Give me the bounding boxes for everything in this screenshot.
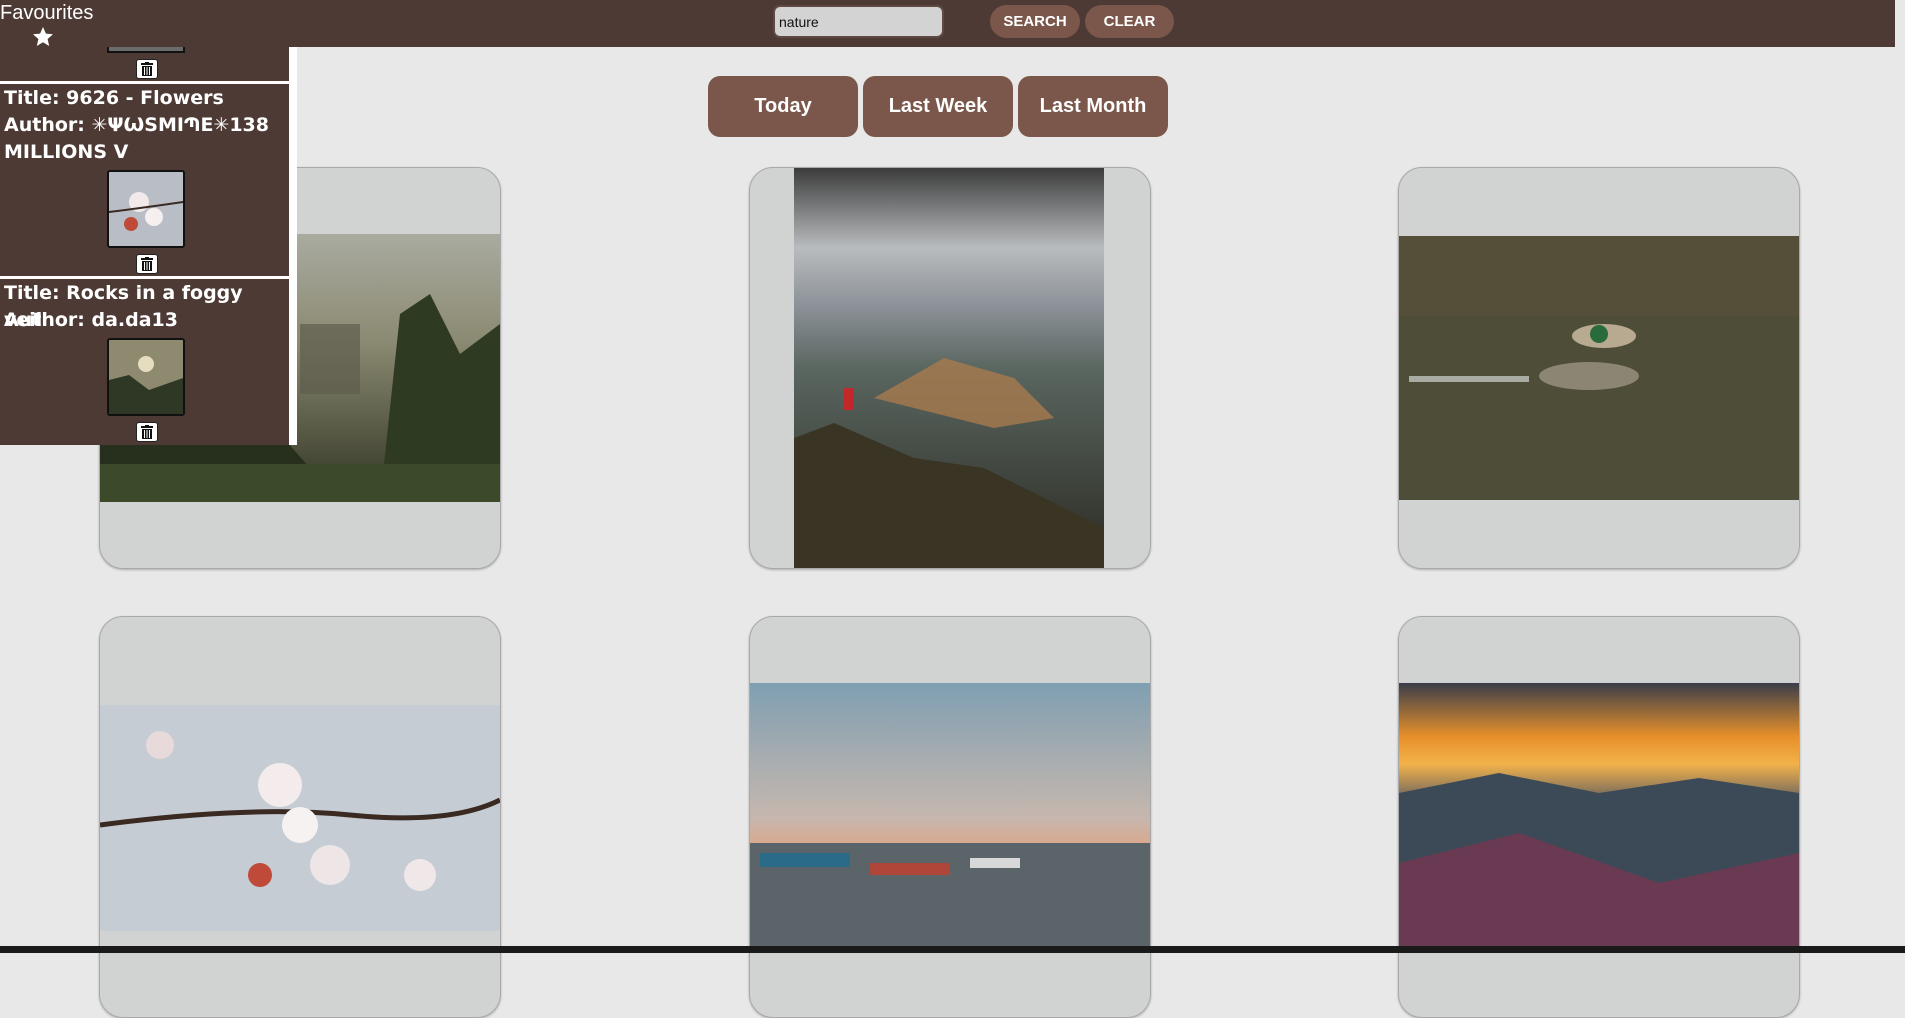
star-icon[interactable]	[31, 25, 55, 49]
favourites-panel: Title: 9626 - Flowers Author: ✳ΨѠSMIՊE✳1…	[0, 47, 297, 445]
divider	[0, 276, 289, 279]
favourite-thumbnail[interactable]	[107, 47, 185, 53]
remove-favourite-button[interactable]	[136, 254, 158, 274]
gallery-card[interactable]	[749, 167, 1151, 569]
search-button[interactable]: SEARCH	[990, 5, 1080, 38]
mountain-overlook-photo[interactable]	[794, 168, 1104, 568]
scrollbar[interactable]	[1895, 0, 1905, 953]
remove-favourite-button[interactable]	[136, 59, 158, 79]
today-button[interactable]: Today	[708, 76, 858, 137]
gallery-card[interactable]	[749, 616, 1151, 1018]
favourite-thumbnail[interactable]	[107, 338, 185, 416]
last-month-button[interactable]: Last Month	[1018, 76, 1168, 137]
mallard-duck-photo[interactable]	[1399, 236, 1799, 500]
favourite-author: Author: da.da13	[4, 309, 178, 331]
foggy-rocks-thumbnail	[109, 340, 183, 414]
search-input[interactable]	[773, 5, 944, 38]
favourite-thumbnail[interactable]	[107, 170, 185, 248]
trash-icon	[141, 62, 153, 76]
gallery-card[interactable]	[1398, 616, 1800, 1018]
favourites-label[interactable]: Favourites	[0, 2, 93, 25]
trash-icon	[141, 425, 153, 439]
favourite-author: Author: ✳ΨѠSMIՊE✳138 MILLIONS V	[4, 114, 269, 163]
flowers-thumbnail	[109, 172, 183, 246]
gallery-card[interactable]	[99, 616, 501, 1018]
bottom-edge	[0, 946, 1905, 953]
top-bar: Favourites SEARCH CLEAR	[0, 0, 1895, 47]
sunset-hills-photo[interactable]	[1399, 683, 1799, 953]
favourite-title: Title: 9626 - Flowers	[4, 87, 224, 109]
clear-button[interactable]: CLEAR	[1085, 5, 1174, 38]
last-week-button[interactable]: Last Week	[863, 76, 1013, 137]
harbour-boats-photo[interactable]	[750, 683, 1150, 953]
remove-favourite-button[interactable]	[136, 422, 158, 442]
cherry-blossom-photo[interactable]	[100, 705, 500, 931]
divider	[0, 81, 289, 84]
gallery-card[interactable]	[1398, 167, 1800, 569]
trash-icon	[141, 257, 153, 271]
